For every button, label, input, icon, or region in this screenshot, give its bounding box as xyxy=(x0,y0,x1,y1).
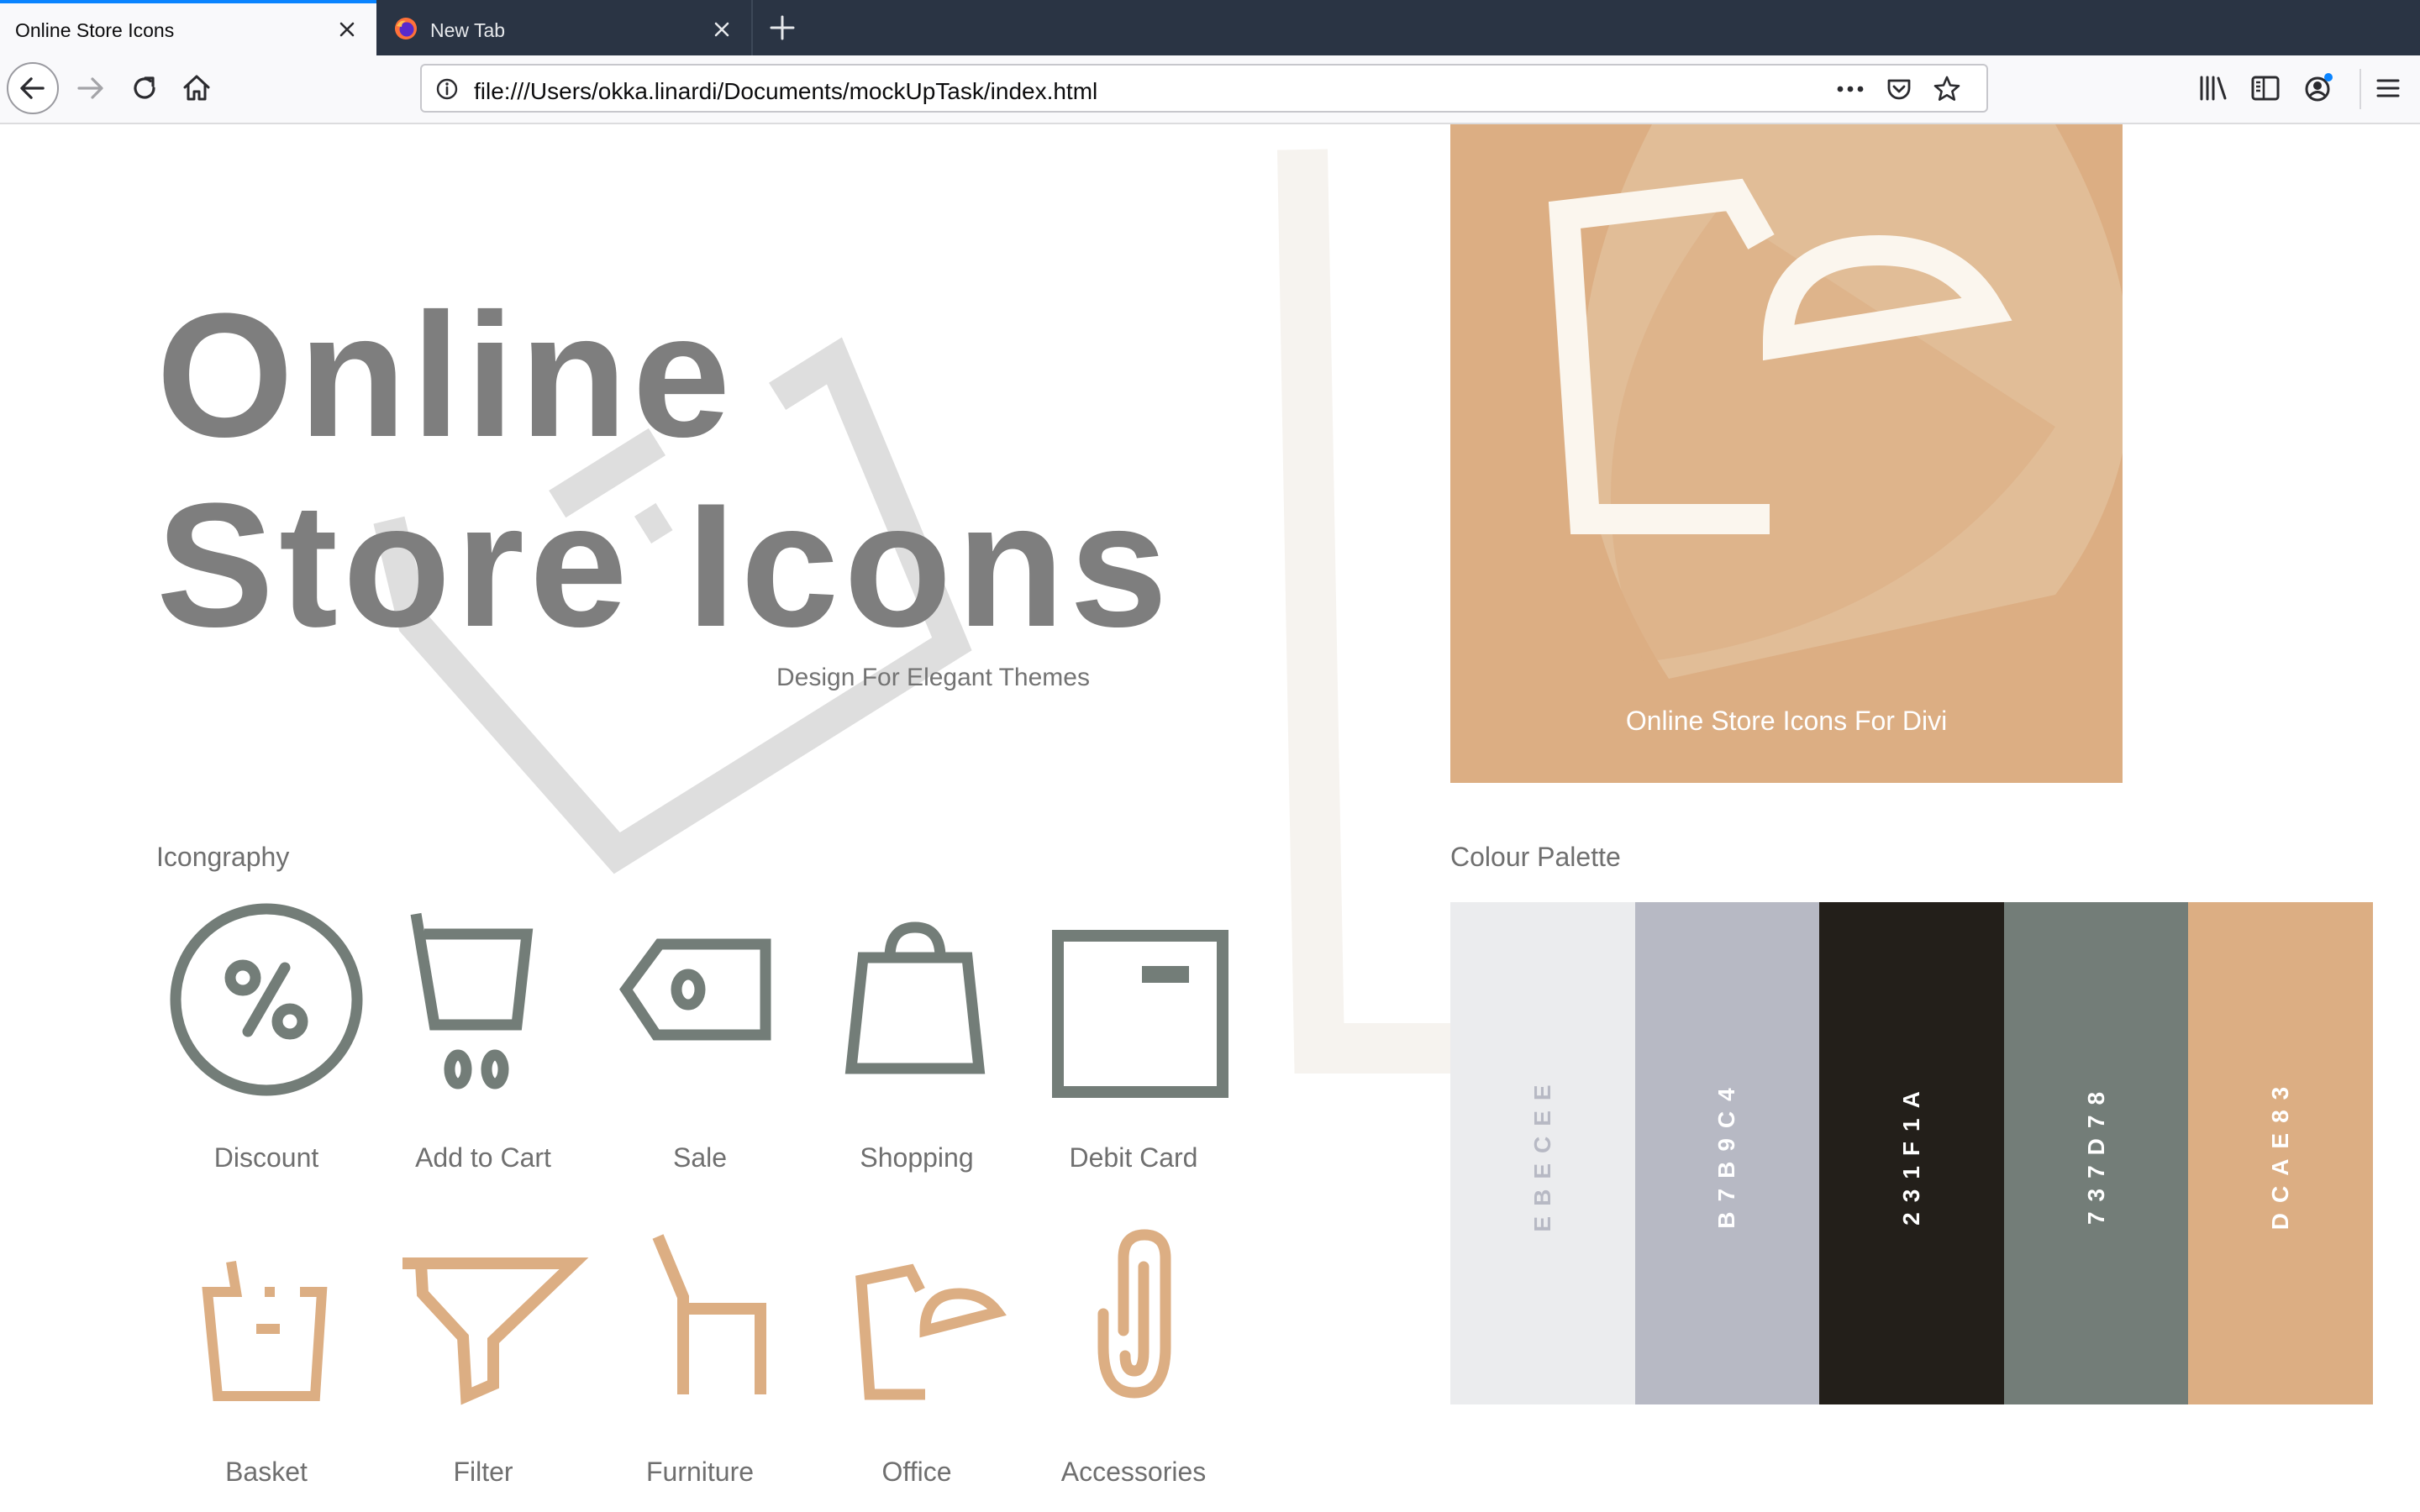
page-actions-more-icon[interactable] xyxy=(1833,76,1867,102)
filter-icon xyxy=(402,1257,589,1405)
close-tab-icon[interactable] xyxy=(708,15,736,44)
navigation-toolbar: file:///Users/okka.linardi/Documents/moc… xyxy=(0,55,2420,124)
swatch-code: EBECEE xyxy=(1528,1074,1555,1232)
icon-label: Filter xyxy=(453,1457,513,1487)
swatch-code: 231F1A xyxy=(1897,1081,1924,1226)
swatch-dcae83: DCAE83 xyxy=(2188,902,2373,1404)
icon-label: Basket xyxy=(225,1457,308,1487)
tab-online-store-icons[interactable]: Online Store Icons xyxy=(0,0,376,55)
toolbar-separator xyxy=(2360,69,2361,109)
tab-strip: Online Store Icons New Tab xyxy=(0,0,2420,55)
swatch-b7b9c4: B7B9C4 xyxy=(1634,902,1820,1404)
url-bar[interactable]: file:///Users/okka.linardi/Documents/moc… xyxy=(420,64,1988,113)
hero-title-line-2: Store Icons xyxy=(156,466,1173,664)
colour-palette: EBECEE B7B9C4 231F1A 737D78 DCAE83 xyxy=(1450,902,2373,1404)
page-content: Online Store Icons Design For Elegant Th… xyxy=(0,124,2420,1512)
hero-subtitle: Design For Elegant Themes xyxy=(776,664,1090,691)
account-icon[interactable] xyxy=(2297,68,2338,108)
desk-lamp-icon xyxy=(1548,124,2123,679)
hero-title: Online Store Icons xyxy=(156,281,1173,660)
new-tab-plus-icon[interactable] xyxy=(766,12,798,44)
feature-caption: Online Store Icons For Divi xyxy=(1625,706,1948,736)
tab-title: New Tab xyxy=(430,19,506,41)
hamburger-menu-icon[interactable] xyxy=(2368,68,2408,108)
swatch-code: DCAE83 xyxy=(2267,1076,2294,1231)
bookmark-star-icon[interactable] xyxy=(1931,73,1963,105)
tab-title: Online Store Icons xyxy=(15,19,175,41)
library-icon[interactable] xyxy=(2193,68,2233,108)
swatch-231f1a: 231F1A xyxy=(1819,902,2004,1404)
home-icon[interactable] xyxy=(176,68,217,108)
paperclip-icon xyxy=(1097,1229,1171,1399)
close-tab-icon[interactable] xyxy=(333,15,361,44)
firefox-logo-icon xyxy=(395,18,417,39)
icon-label: Furniture xyxy=(645,1457,755,1487)
basket-icon xyxy=(202,1261,328,1401)
reload-icon[interactable] xyxy=(124,68,165,108)
info-icon[interactable] xyxy=(434,76,460,102)
feature-card: Online Store Icons For Divi xyxy=(1450,124,2123,783)
chair-icon xyxy=(652,1234,766,1394)
hero-title-line-1: Online xyxy=(156,276,736,474)
icon-label: Office xyxy=(881,1457,952,1487)
back-arrow-icon[interactable] xyxy=(7,62,59,114)
sidebar-toggle-icon[interactable] xyxy=(2245,68,2286,108)
swatch-ebecee: EBECEE xyxy=(1450,902,1635,1404)
colour-palette-heading: Colour Palette xyxy=(1450,842,1621,872)
url-text[interactable]: file:///Users/okka.linardi/Documents/moc… xyxy=(474,78,1097,105)
forward-arrow-icon[interactable] xyxy=(71,68,111,108)
tab-new-tab[interactable]: New Tab xyxy=(376,0,753,55)
pocket-icon[interactable] xyxy=(1884,74,1914,104)
icon-label: Accessories xyxy=(1060,1457,1207,1487)
lamp-icon xyxy=(855,1263,1007,1400)
swatch-code: 737D78 xyxy=(2082,1081,2109,1226)
swatch-code: B7B9C4 xyxy=(1713,1078,1740,1229)
swatch-737d78: 737D78 xyxy=(2003,902,2189,1404)
